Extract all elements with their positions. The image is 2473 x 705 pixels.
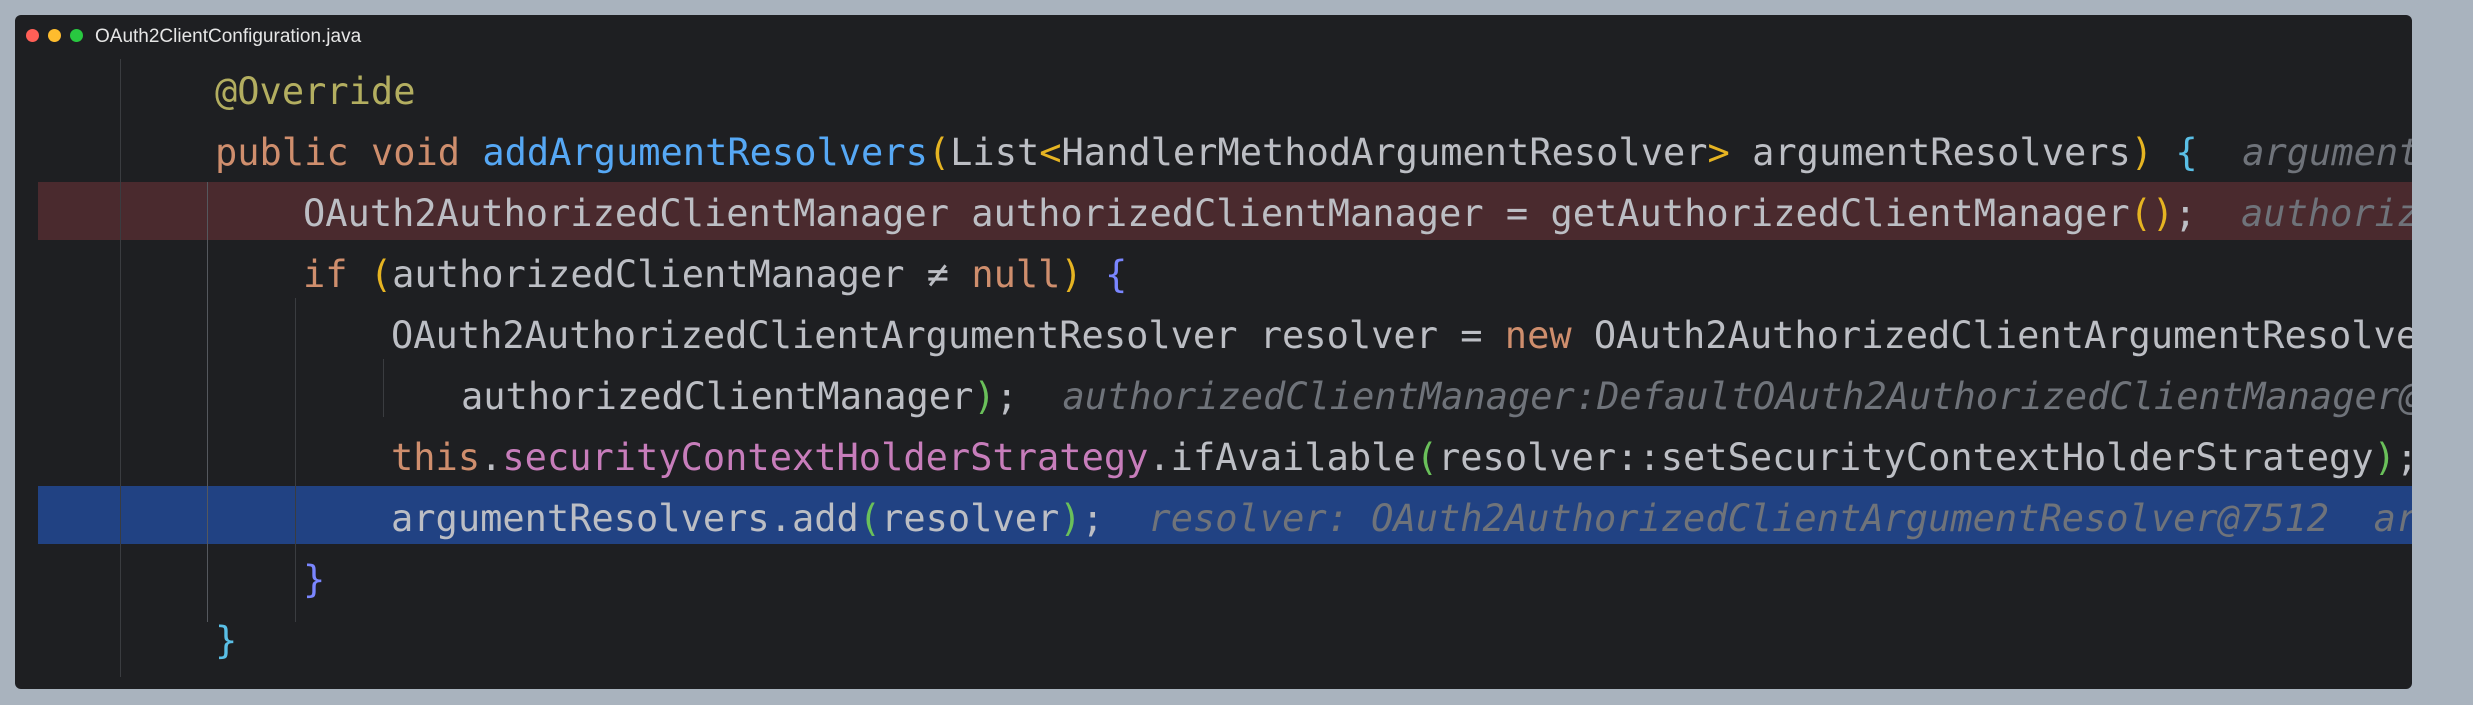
code-text: argumentResolvers.add [391,497,859,540]
paren: ) [2130,131,2154,174]
code-text: authorizedClientManager ≠ [392,253,972,296]
dot: . [480,436,503,479]
code-line: if (authorizedClientManager ≠ null) { [303,244,1127,305]
paren: ) [2373,436,2396,479]
keyword-this: this [391,436,481,479]
constructor-name: OAuth2AuthorizedClientArgumentResolver [1571,314,2412,357]
argument: resolver [881,497,1060,540]
keyword-null: null [971,253,1061,296]
brace: } [303,558,326,601]
paren: () [2129,192,2175,235]
inlay-hint: argumentRe [2242,131,2412,174]
code-line: } [303,549,325,610]
code-line: @Override [215,61,415,122]
inlay-hint: resolver: OAuth2AuthorizedClientArgument… [1148,497,2330,540]
generic-bracket: > [1707,131,1730,174]
code-line: authorizedClientManager); authorizedClie… [461,366,2412,427]
parameter-name: argumentResolvers [1729,131,2131,174]
generic-bracket: < [1039,131,1062,174]
code-line: } [215,610,237,671]
keyword-void: void [370,131,461,174]
method-call: .ifAvailable [1148,436,1416,479]
indent-guide [295,298,296,622]
semicolon: ; [2174,192,2197,235]
indent-guide [207,182,208,622]
semicolon: ; [2396,436,2412,479]
type-name: List [950,131,1040,174]
code-text: OAuth2AuthorizedClientArgumentResolver r… [391,314,1505,357]
method-name: addArgumentResolvers [482,131,928,174]
paren: ( [858,497,882,540]
indent-guide [120,59,121,677]
code-line: OAuth2AuthorizedClientManager authorized… [303,183,2412,244]
paren: ( [1415,436,1438,479]
code-editor[interactable]: @Override public void addArgumentResolve… [15,15,2412,689]
method-reference: resolver::setSecurityContextHolderStrate… [1438,436,2374,479]
paren: ) [1060,253,1083,296]
field-name: securityContextHolderStrategy [502,436,1149,479]
brace: } [215,619,238,662]
paren: ( [369,253,393,296]
semicolon: ; [995,375,1018,418]
inlay-hint: argu [2373,497,2412,540]
code-text: authorizedClientManager [461,375,974,418]
keyword-new: new [1504,314,1572,357]
code-line: argumentResolvers.add(resolver); resolve… [391,488,2412,549]
type-name: HandlerMethodArgumentResolver [1061,131,1708,174]
paren: ) [973,375,996,418]
keyword-public: public [215,131,349,174]
code-line: this.securityContextHolderStrategy.ifAva… [391,427,2412,488]
semicolon: ; [1081,497,1104,540]
brace: { [2175,131,2198,174]
annotation-override: @Override [215,70,416,113]
code-line: public void addArgumentResolvers(List<Ha… [215,122,2412,183]
inlay-hint: authorizedClientManager:DefaultOAuth2Aut… [1062,375,2412,418]
brace: { [1104,253,1128,296]
code-text: OAuth2AuthorizedClientManager authorized… [303,192,2130,235]
keyword-if: if [303,253,348,296]
paren: ( [927,131,951,174]
inlay-hint: authorized [2241,192,2412,235]
indent-guide [383,359,384,417]
editor-window: OAuth2ClientConfiguration.java @Override… [15,15,2412,689]
paren: ) [1059,497,1082,540]
code-line: OAuth2AuthorizedClientArgumentResolver r… [391,305,2412,366]
